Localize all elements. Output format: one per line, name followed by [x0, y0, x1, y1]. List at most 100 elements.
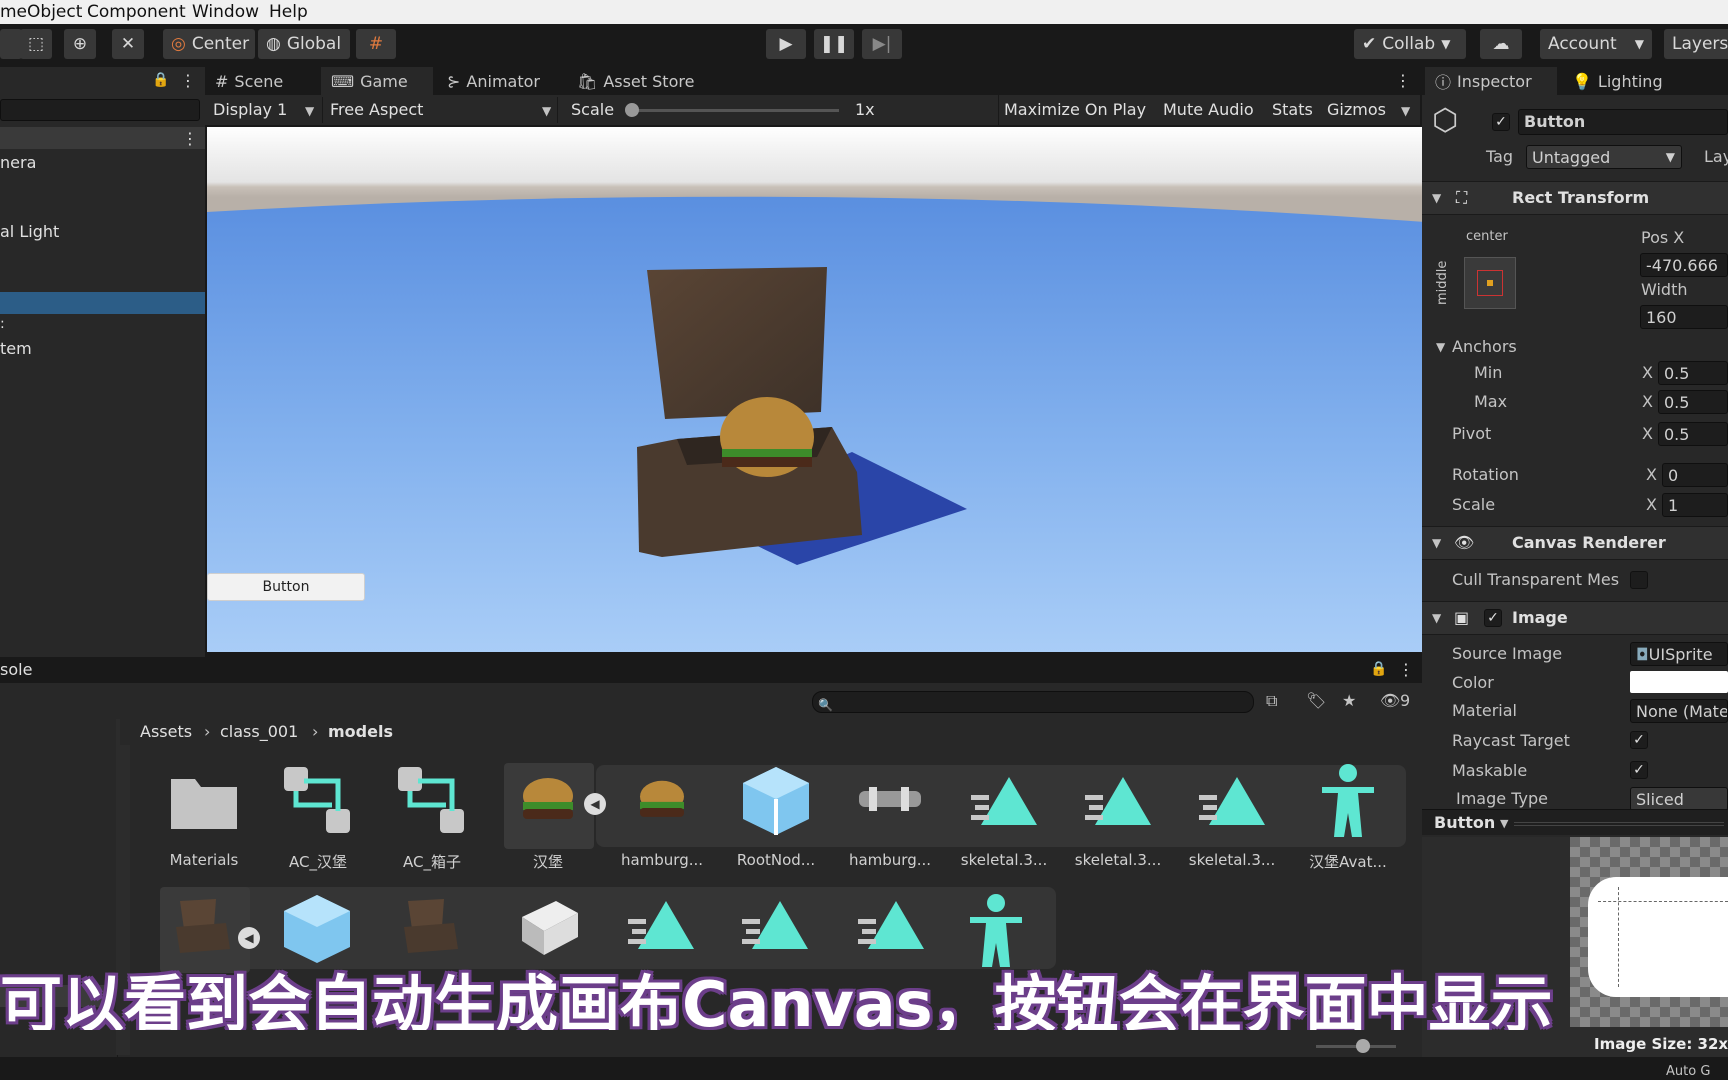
collapse-arrow-icon[interactable]: ◀: [584, 793, 606, 815]
posx-field[interactable]: -470.666: [1640, 253, 1728, 277]
label-tag-icon[interactable]: 🏷: [1306, 691, 1326, 710]
scale-slider[interactable]: [629, 109, 839, 112]
global-button[interactable]: ◍ Global: [258, 29, 350, 59]
transform-tool-button[interactable]: ⊕: [64, 29, 96, 59]
display-dropdown[interactable]: Display 1: [213, 102, 287, 118]
game-ui-button[interactable]: Button: [207, 573, 365, 601]
scene-menu-icon[interactable]: ⋮: [182, 129, 198, 148]
pivot-center-button[interactable]: ◎ Center: [163, 29, 255, 59]
asset-chest-mesh[interactable]: [398, 897, 468, 957]
lock-icon[interactable]: 🔒: [1370, 661, 1387, 677]
game-viewport[interactable]: Button: [207, 127, 1425, 652]
anchor-max-x-field[interactable]: 0.5: [1658, 390, 1728, 414]
menu-help[interactable]: Help: [269, 2, 308, 22]
asset-hamburg-skeleton[interactable]: hamburg...: [834, 757, 946, 877]
breadcrumb-models[interactable]: models: [328, 724, 393, 740]
menu-gameobject[interactable]: meObject: [0, 2, 82, 22]
image-type-dropdown[interactable]: Sliced: [1630, 787, 1728, 811]
play-button[interactable]: ▶: [766, 29, 806, 59]
hand-tool-button[interactable]: [0, 29, 22, 59]
asset-clip-5[interactable]: [740, 897, 810, 953]
account-button[interactable]: Account ▼: [1540, 29, 1652, 59]
tab-inspector[interactable]: ⓘ Inspector: [1425, 67, 1557, 95]
asset-clip-6[interactable]: [856, 897, 926, 953]
hierarchy-item-light[interactable]: al Light: [0, 224, 59, 240]
asset-hamburg-mesh[interactable]: hamburg...: [606, 757, 718, 877]
favorite-star-icon[interactable]: ★: [1342, 691, 1356, 710]
scene-row[interactable]: [0, 127, 205, 149]
anchor-min-x-field[interactable]: 0.5: [1658, 361, 1728, 385]
tab-animator[interactable]: ⊱ Animator: [437, 67, 550, 95]
tab-console[interactable]: sole: [0, 662, 32, 678]
foldout-arrow-icon[interactable]: ▼: [1432, 191, 1441, 205]
foldout-arrow-icon[interactable]: ▼: [1436, 340, 1445, 354]
asset-rootnode-prefab[interactable]: RootNod...: [720, 757, 832, 877]
scale-slider-thumb[interactable]: [625, 103, 639, 117]
anchor-presets-button[interactable]: [1464, 257, 1516, 309]
collapse-arrow-icon[interactable]: ◀: [238, 927, 260, 949]
pause-button[interactable]: ❚❚: [814, 29, 854, 59]
asset-materials-folder[interactable]: Materials: [148, 757, 260, 877]
mute-audio-toggle[interactable]: Mute Audio: [1163, 102, 1254, 118]
foldout-arrow-icon[interactable]: ▼: [1432, 536, 1441, 550]
maskable-checkbox[interactable]: ✓: [1630, 761, 1648, 779]
cloud-button[interactable]: ☁: [1480, 29, 1522, 59]
icon-size-slider-thumb[interactable]: [1356, 1039, 1370, 1053]
rotation-x-field[interactable]: 0: [1662, 463, 1728, 487]
asset-skeletal-clip-2[interactable]: skeletal.3...: [1062, 757, 1174, 877]
color-swatch[interactable]: [1630, 671, 1728, 693]
menu-dots-icon[interactable]: ⋮: [1395, 71, 1411, 90]
cull-checkbox[interactable]: [1630, 571, 1648, 589]
asset-cube-mesh[interactable]: [512, 897, 582, 957]
foldout-arrow-icon[interactable]: ▼: [1432, 611, 1441, 625]
hierarchy-item-camera[interactable]: nera: [0, 155, 36, 171]
raycast-checkbox[interactable]: ✓: [1630, 731, 1648, 749]
asset-animator-controller-2[interactable]: AC_箱子: [376, 757, 488, 877]
hierarchy-item-eventsystem[interactable]: tem: [0, 341, 32, 357]
lock-icon[interactable]: 🔒: [152, 72, 169, 88]
collab-button[interactable]: ✔ Collab ▼: [1354, 29, 1466, 59]
tab-asset-store[interactable]: 🛍 Asset Store: [567, 67, 704, 95]
object-name-field[interactable]: Button: [1518, 109, 1728, 135]
asset-clip-4[interactable]: [626, 897, 696, 953]
stats-toggle[interactable]: Stats: [1272, 102, 1313, 118]
hidden-eye-icon[interactable]: 👁: [1380, 691, 1400, 710]
layers-button[interactable]: Layers: [1664, 29, 1728, 59]
menu-dots-icon[interactable]: ⋮: [180, 71, 196, 90]
scale-x-field[interactable]: 1: [1662, 493, 1728, 517]
breadcrumb-class001[interactable]: class_001: [220, 724, 298, 740]
step-button[interactable]: ▶|: [862, 29, 902, 59]
tab-game[interactable]: ⌨ Game: [321, 67, 433, 95]
active-checkbox[interactable]: ✓: [1492, 113, 1510, 131]
tag-dropdown[interactable]: Untagged ▼: [1526, 145, 1682, 169]
material-field[interactable]: None (Mate: [1630, 699, 1728, 723]
pivot-x-field[interactable]: 0.5: [1658, 422, 1728, 446]
width-field[interactable]: 160: [1640, 305, 1728, 329]
asset-skeletal-clip-3[interactable]: skeletal.3...: [1176, 757, 1288, 877]
tab-lighting[interactable]: 💡 Lighting: [1562, 67, 1673, 95]
source-image-field[interactable]: ◘UISprite: [1630, 642, 1728, 666]
menu-window[interactable]: Window: [192, 2, 259, 22]
breadcrumb-assets[interactable]: Assets: [140, 724, 192, 740]
preview-title[interactable]: Button: [1434, 815, 1495, 831]
project-search-input[interactable]: 🔍: [812, 691, 1254, 713]
custom-tool-button[interactable]: ✕: [112, 29, 144, 59]
aspect-dropdown[interactable]: Free Aspect: [330, 102, 423, 118]
filter-type-icon[interactable]: ⧉: [1266, 691, 1277, 711]
hierarchy-item-eventsystem-prefix[interactable]: :: [0, 317, 5, 331]
preview-resize-bar[interactable]: [1514, 822, 1724, 823]
tab-scene[interactable]: # Scene: [205, 67, 293, 95]
asset-skeletal-clip-1[interactable]: skeletal.3...: [948, 757, 1060, 877]
grid-snap-button[interactable]: #: [356, 29, 396, 59]
menu-component[interactable]: Component: [87, 2, 186, 22]
asset-chest-model[interactable]: [170, 897, 240, 957]
asset-animator-controller[interactable]: AC_汉堡: [262, 757, 374, 877]
maximize-on-play-toggle[interactable]: Maximize On Play: [1004, 102, 1146, 118]
menu-dots-icon[interactable]: ⋮: [1398, 660, 1414, 679]
hierarchy-item-selected[interactable]: [0, 292, 205, 314]
asset-avatar[interactable]: 汉堡Avat...: [1292, 757, 1404, 877]
gizmos-toggle[interactable]: Gizmos: [1327, 102, 1386, 118]
rect-tool-button[interactable]: ⬚: [20, 29, 52, 59]
image-enabled-checkbox[interactable]: ✓: [1484, 609, 1502, 627]
asset-hamburger-model[interactable]: 汉堡: [492, 757, 604, 877]
